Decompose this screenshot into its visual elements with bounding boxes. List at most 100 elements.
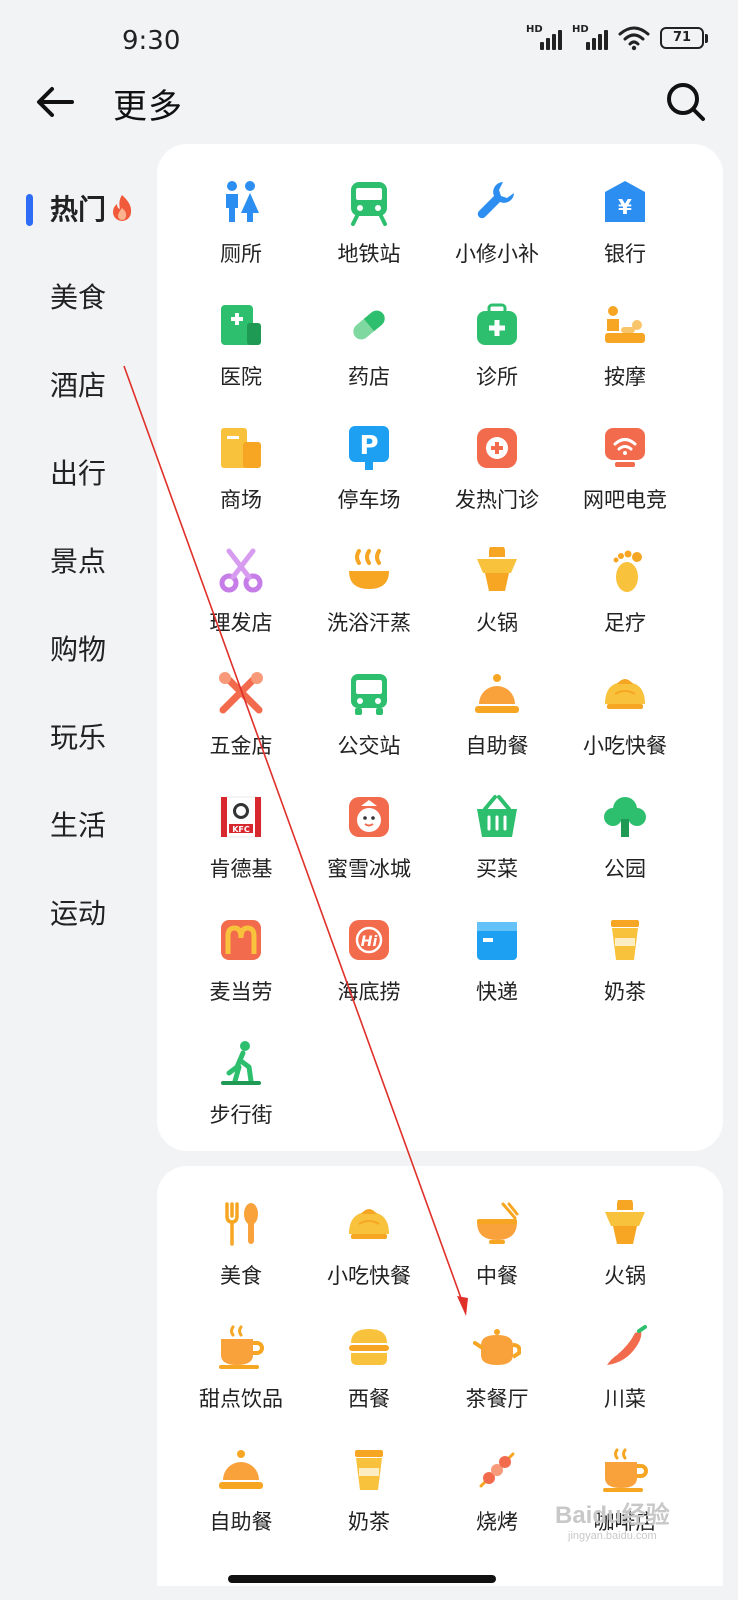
shortcut-label: 公园 — [604, 857, 646, 881]
shortcut-label: 按摩 — [604, 365, 646, 389]
shortcut-label: 美食 — [220, 1264, 262, 1288]
shortcut-massage[interactable]: 按摩 — [561, 297, 689, 420]
shortcut-label: 川菜 — [604, 1387, 646, 1411]
shortcut-bun[interactable]: 小吃快餐 — [305, 1196, 433, 1319]
shortcut-label: 肯德基 — [209, 857, 273, 881]
category-sidebar: 热门 美食 酒店 出行 景点购物玩乐 生活运动 — [0, 180, 150, 972]
shortcut-kfc-logo[interactable]: KFC 肯德基 — [177, 789, 305, 912]
bus-icon — [351, 674, 387, 715]
hardware-icon — [219, 672, 263, 714]
shortcut-mall[interactable]: 商场 — [177, 420, 305, 543]
foot-icon — [613, 550, 642, 592]
sidebar-item[interactable]: 玩乐 — [0, 708, 150, 796]
shortcut-haidilao-logo[interactable]: Hi 海底捞 — [305, 912, 433, 1035]
shortcut-buffet[interactable]: 自助餐 — [177, 1442, 305, 1565]
shortcut-bowl[interactable]: 中餐 — [433, 1196, 561, 1319]
shortcut-foot[interactable]: 足疗 — [561, 543, 689, 666]
shortcut-bank[interactable]: ¥ 银行 — [561, 174, 689, 297]
shortcut-label: 小吃快餐 — [327, 1264, 411, 1288]
shortcut-clinic[interactable]: 诊所 — [433, 297, 561, 420]
bath-icon — [349, 549, 389, 589]
milk-tea-icon — [355, 1450, 383, 1490]
shortcut-milk-tea[interactable]: 奶茶 — [561, 912, 689, 1035]
bun-icon — [349, 1209, 389, 1239]
shortcut-bbq[interactable]: 烧烤 — [433, 1442, 561, 1565]
shortcut-fever-clinic[interactable]: 发热门诊 — [433, 420, 561, 543]
shortcut-label: 自助餐 — [465, 734, 529, 758]
shortcut-tree[interactable]: 公园 — [561, 789, 689, 912]
shortcut-buffet[interactable]: 自助餐 — [433, 666, 561, 789]
shortcut-hospital[interactable]: 医院 — [177, 297, 305, 420]
shortcut-hotpot[interactable]: 火锅 — [561, 1196, 689, 1319]
shortcut-bus[interactable]: 公交站 — [305, 666, 433, 789]
shortcut-label: 快递 — [476, 980, 518, 1004]
page-title: 更多 — [113, 87, 183, 127]
sidebar-item-label: 购物 — [50, 633, 107, 666]
shortcut-subway[interactable]: 地铁站 — [305, 174, 433, 297]
sidebar-item[interactable]: 出行 — [0, 444, 150, 532]
shortcut-label: 烧烤 — [476, 1510, 518, 1534]
milk-tea-icon — [611, 920, 639, 960]
back-button[interactable] — [32, 78, 80, 126]
shortcut-toilet[interactable]: 厕所 — [177, 174, 305, 297]
shortcut-pedestrian[interactable]: 步行街 — [177, 1035, 305, 1158]
shortcut-internet-cafe[interactable]: 网吧电竞 — [561, 420, 689, 543]
sidebar-item[interactable]: 美食 — [0, 268, 150, 356]
clinic-icon — [477, 303, 517, 345]
shortcut-label: 洗浴汗蒸 — [327, 611, 411, 635]
shortcut-mcdonalds-logo[interactable]: 麦当劳 — [177, 912, 305, 1035]
sidebar-item-label: 运动 — [50, 897, 107, 930]
svg-text:¥: ¥ — [618, 195, 632, 219]
shortcut-scissors[interactable]: 理发店 — [177, 543, 305, 666]
fire-icon — [113, 195, 132, 221]
shortcut-fork-spoon[interactable]: 美食 — [177, 1196, 305, 1319]
toilet-icon — [226, 181, 259, 222]
parcel-icon — [477, 922, 517, 960]
signal-icon: HD — [526, 24, 562, 52]
shortcut-label: 五金店 — [209, 734, 273, 758]
sidebar-item[interactable]: 酒店 — [0, 356, 150, 444]
shortcut-label: 火锅 — [476, 611, 518, 635]
shortcut-label: 奶茶 — [348, 1510, 390, 1534]
shortcut-snowman[interactable]: 蜜雪冰城 — [305, 789, 433, 912]
bowl-icon — [477, 1202, 519, 1244]
hot-grid: 厕所 地铁站 小修小补 ¥ 银行医院 药店 诊所 按摩商场 P 停车场 发热门诊 网吧电竞理发店 洗浴汗… — [177, 174, 689, 1158]
home-indicator[interactable] — [228, 1575, 496, 1583]
shortcut-burger[interactable]: 西餐 — [305, 1319, 433, 1442]
shortcut-label: 银行 — [604, 242, 646, 266]
shortcut-wrench[interactable]: 小修小补 — [433, 174, 561, 297]
sidebar-item[interactable]: 运动 — [0, 884, 150, 972]
sidebar-item[interactable]: 购物 — [0, 620, 150, 708]
shortcut-milk-tea[interactable]: 奶茶 — [305, 1442, 433, 1565]
shortcut-label: 公交站 — [337, 734, 401, 758]
shortcut-parking[interactable]: P 停车场 — [305, 420, 433, 543]
shortcut-hotpot[interactable]: 火锅 — [433, 543, 561, 666]
shortcut-bath[interactable]: 洗浴汗蒸 — [305, 543, 433, 666]
sidebar-item[interactable]: 生活 — [0, 796, 150, 884]
shortcut-bun[interactable]: 小吃快餐 — [561, 666, 689, 789]
shortcut-basket[interactable]: 买菜 — [433, 789, 561, 912]
hotpot-icon — [477, 547, 517, 591]
sidebar-item[interactable]: 热门 — [0, 180, 150, 268]
shortcut-label: 商场 — [220, 488, 262, 512]
shortcut-label: 西餐 — [348, 1387, 390, 1411]
search-button[interactable] — [662, 78, 710, 126]
shortcut-pill[interactable]: 药店 — [305, 297, 433, 420]
status-time: 9:30 — [122, 26, 181, 56]
watermark-text: Baidu经验 — [555, 1502, 670, 1529]
shortcut-label: 蜜雪冰城 — [327, 857, 411, 881]
shortcut-label: 小吃快餐 — [583, 734, 667, 758]
buffet-icon — [219, 1450, 263, 1489]
shortcut-label: 甜点饮品 — [199, 1387, 283, 1411]
shortcut-teapot[interactable]: 茶餐厅 — [433, 1319, 561, 1442]
tree-icon — [604, 797, 646, 837]
shortcut-coffee-cup[interactable]: 甜点饮品 — [177, 1319, 305, 1442]
shortcut-label: 理发店 — [209, 611, 273, 635]
shortcut-chili[interactable]: 川菜 — [561, 1319, 689, 1442]
shortcut-label: 发热门诊 — [455, 488, 539, 512]
shortcut-hardware[interactable]: 五金店 — [177, 666, 305, 789]
massage-icon — [605, 306, 645, 343]
sidebar-item[interactable]: 景点 — [0, 532, 150, 620]
coffee-cup-icon — [603, 1448, 648, 1492]
shortcut-parcel[interactable]: 快递 — [433, 912, 561, 1035]
